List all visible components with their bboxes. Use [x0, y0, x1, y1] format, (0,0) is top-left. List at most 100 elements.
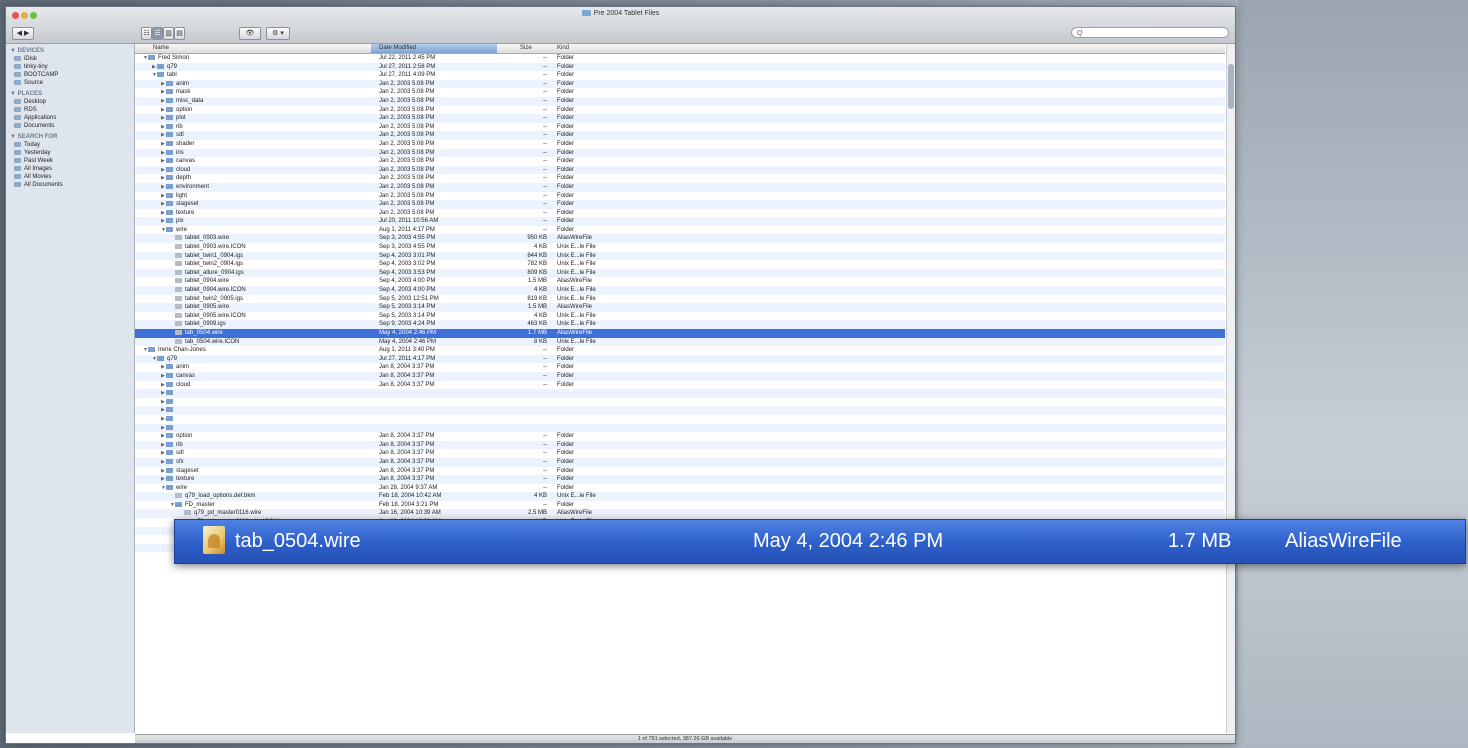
list-row[interactable]: tablet_0904.wire Sep 4, 2003 4:00 PM 1.5 M… [135, 277, 1225, 286]
list-row[interactable]: tab_0504.wire May 4, 2004 2:46 PM 1.7 MB Al… [135, 329, 1225, 338]
row-date: Jan 2, 2003 5:08 PM [379, 175, 435, 182]
list-row[interactable]: ▶ option Jan 2, 2003 5:08 PM -- Folder [135, 106, 1225, 115]
list-row[interactable]: ▶ [135, 415, 1225, 424]
row-name: q79 [167, 63, 178, 70]
list-row[interactable]: ▶ sfx Jan 8, 2004 3:37 PM -- Folder [135, 457, 1225, 467]
list-row[interactable]: tablet_0905.wire Sep 5, 2003 3:14 PM 1.5 M… [135, 303, 1225, 312]
list-row[interactable]: ▶ shader Jan 2, 2003 5:08 PM -- Folder [135, 140, 1225, 149]
col-kind-header[interactable]: Kind [557, 45, 569, 51]
list-row[interactable]: ▼ q79 Jul 27, 2011 4:17 PM -- Folder [135, 354, 1225, 364]
list-row[interactable]: ▶ stageset Jan 8, 2004 3:37 PM -- Folder [135, 467, 1225, 476]
sidebar-item[interactable]: RDS [6, 106, 134, 114]
list-row[interactable]: ▶ light Jan 2, 2003 5:08 PM -- Folder [135, 192, 1225, 201]
folder-icon [166, 424, 173, 430]
list-row[interactable]: q79_load_options.def.bkm Feb 18, 2004 10:… [135, 492, 1225, 501]
list-row[interactable]: ▶ rib Jan 2, 2003 5:08 PM -- Folder [135, 123, 1225, 132]
list-row[interactable]: tablet_twin2_0905.igs Sep 5, 2003 12:51 P… [135, 295, 1225, 304]
list-row[interactable]: tab_0504.wire.ICON May 4, 2004 2:46 PM 8 K… [135, 337, 1225, 347]
list-row[interactable]: q79_pd_master0116.wire Jan 16, 2004 10:39… [135, 509, 1225, 519]
row-name: tablet_allure_0904.igs [185, 269, 244, 276]
sidebar-item[interactable]: Today [6, 141, 134, 149]
sidebar-item[interactable]: All Movies [6, 173, 134, 181]
vertical-scrollbar[interactable] [1226, 44, 1235, 733]
list-row[interactable]: tablet_0903.wire.ICON Sep 3, 2003 4:55 PM… [135, 243, 1225, 252]
sidebar-item[interactable]: Yesterday [6, 149, 134, 157]
list-row[interactable]: ▶ rib Jan 8, 2004 3:37 PM -- Folder [135, 440, 1225, 450]
list-row[interactable]: ▶ [135, 398, 1225, 407]
row-name: texture [176, 209, 195, 216]
list-row[interactable]: ▶ mask Jan 2, 2003 5:08 PM -- Folder [135, 88, 1225, 97]
list-row[interactable]: tablet_twin2_0904.igs Sep 4, 2003 3:02 PM… [135, 260, 1225, 269]
quicklook-button[interactable]: 👁 [239, 27, 261, 40]
list-row[interactable]: ▶ misc_data Jan 2, 2003 5:08 PM -- Folder [135, 96, 1225, 106]
column-view-button[interactable]: ▥ [163, 27, 174, 40]
list-row[interactable]: ▼ Fred Simon Jul 22, 2011 2:45 PM -- Folder [135, 54, 1225, 63]
list-row[interactable]: ▶ q79 Jul 27, 2011 2:58 PM -- Folder [135, 62, 1225, 72]
col-date-header[interactable]: Date Modified [371, 44, 497, 53]
row-date: Jan 2, 2003 5:08 PM [379, 132, 435, 139]
list-row[interactable]: ▼ FD_master Feb 18, 2004 3:21 PM -- Folder [135, 501, 1225, 510]
back-forward-button[interactable]: ◀ ▶ [12, 27, 34, 40]
list-row[interactable]: ▶ stageset Jan 2, 2003 5:08 PM -- Folder [135, 200, 1225, 209]
sidebar-item[interactable]: Source [6, 79, 134, 87]
folder-icon [166, 97, 173, 103]
list-row[interactable]: tablet_0909.igs Sep 9, 2003 4:24 PM 463 KB… [135, 320, 1225, 329]
row-kind: Folder [557, 364, 575, 371]
coverflow-view-button[interactable]: ▤ [174, 27, 185, 40]
sidebar-item[interactable]: Applications [6, 114, 134, 122]
row-name-cell: ▶ sdl [161, 450, 184, 456]
row-name-cell: ▶ [161, 398, 176, 405]
zoom-kind: AliasWireFile [1285, 530, 1402, 552]
row-name: shader [176, 141, 195, 148]
list-row[interactable]: ▶ iris Jan 2, 2003 5:08 PM -- Folder [135, 148, 1225, 158]
list-row[interactable]: ▶ option Jan 8, 2004 3:37 PM -- Folder [135, 432, 1225, 441]
list-row[interactable]: ▼ Irene Chan-Jones Aug 1, 2011 3:40 PM -- Fo… [135, 346, 1225, 355]
list-row[interactable]: ▶ anim Jan 8, 2004 3:37 PM -- Folder [135, 363, 1225, 372]
list-row[interactable]: ▶ plot Jan 2, 2003 5:08 PM -- Folder [135, 114, 1225, 123]
list-row[interactable]: tablet_0905.wire.ICON Sep 5, 2003 3:14 PM… [135, 312, 1225, 321]
sidebar-item[interactable]: iDisk [6, 55, 134, 63]
search-input[interactable]: Q [1071, 27, 1229, 38]
list-row[interactable]: ▶ pix Jul 20, 2011 10:56 AM -- Folder [135, 217, 1225, 226]
list-row[interactable]: ▶ cloud Jan 2, 2003 5:08 PM -- Folder [135, 165, 1225, 175]
row-date: Jan 2, 2003 5:08 PM [379, 89, 435, 96]
list-row[interactable]: ▶ environment Jan 2, 2003 5:08 PM -- Folder [135, 182, 1225, 192]
list-row[interactable]: ▶ depth Jan 2, 2003 5:08 PM -- Folder [135, 174, 1225, 183]
sidebar-item[interactable]: Documents [6, 122, 134, 130]
folder-icon [157, 63, 164, 69]
list-row[interactable]: ▼ wire Aug 1, 2011 4:17 PM -- Folder [135, 226, 1225, 235]
sidebar-item[interactable]: Past Week [6, 157, 134, 165]
col-name-header[interactable]: Name [153, 45, 169, 51]
list-row[interactable]: ▼ wire Jan 28, 2004 9:37 AM -- Folder [135, 484, 1225, 493]
list-row[interactable]: ▶ canvas Jan 8, 2004 3:37 PM -- Folder [135, 371, 1225, 381]
scroll-thumb[interactable] [1228, 64, 1234, 109]
finder-window: Pre 2004 Tablet Files ◀ ▶ ☷ ☰ ▥ ▤ 👁 ⚙ ▾ … [5, 6, 1236, 744]
col-size-header[interactable]: Size [520, 45, 532, 51]
list-row[interactable]: ▶ texture Jan 8, 2004 3:37 PM -- Folder [135, 475, 1225, 484]
row-date: Sep 4, 2003 4:00 PM [379, 287, 436, 294]
list-row[interactable]: tablet_0904.wire.ICON Sep 4, 2003 4:00 PM… [135, 286, 1225, 295]
list-row[interactable]: tablet_0903.wire Sep 3, 2003 4:55 PM 950 K… [135, 234, 1225, 244]
sidebar-item[interactable]: All Images [6, 165, 134, 173]
list-row[interactable]: ▶ [135, 423, 1225, 433]
list-row[interactable]: tablet_twin1_0904.igs Sep 4, 2003 3:01 PM… [135, 251, 1225, 261]
list-row[interactable]: ▶ [135, 406, 1225, 415]
sidebar-item[interactable]: BOOTCAMP [6, 71, 134, 79]
list-row[interactable]: ▶ canvas Jan 2, 2003 5:08 PM -- Folder [135, 157, 1225, 166]
list-row[interactable]: ▼ tabl Jul 27, 2011 4:09 PM -- Folder [135, 71, 1225, 80]
row-size: -- [543, 372, 547, 379]
list-row[interactable]: ▶ texture Jan 2, 2003 5:08 PM -- Folder [135, 209, 1225, 218]
list-view-button[interactable]: ☰ [152, 27, 163, 40]
list-row[interactable]: ▶ sdl Jan 2, 2003 5:08 PM -- Folder [135, 131, 1225, 140]
list-row[interactable]: ▶ cloud Jan 8, 2004 3:37 PM -- Folder [135, 381, 1225, 390]
sidebar-item[interactable]: Desktop [6, 98, 134, 106]
list-row[interactable]: tablet_allure_0904.igs Sep 4, 2003 3:53 P… [135, 268, 1225, 278]
icon-view-button[interactable]: ☷ [141, 27, 152, 40]
list-row[interactable]: ▶ anim Jan 2, 2003 5:08 PM -- Folder [135, 79, 1225, 89]
sidebar-item[interactable]: tinky-tiny [6, 63, 134, 71]
sidebar-item[interactable]: All Documents [6, 181, 134, 189]
list-row[interactable]: ▶ sdl Jan 8, 2004 3:37 PM -- Folder [135, 449, 1225, 458]
row-name: q79_load_options.def.bkm [185, 493, 256, 500]
action-menu-button[interactable]: ⚙ ▾ [266, 27, 290, 40]
list-row[interactable]: ▶ [135, 389, 1225, 398]
